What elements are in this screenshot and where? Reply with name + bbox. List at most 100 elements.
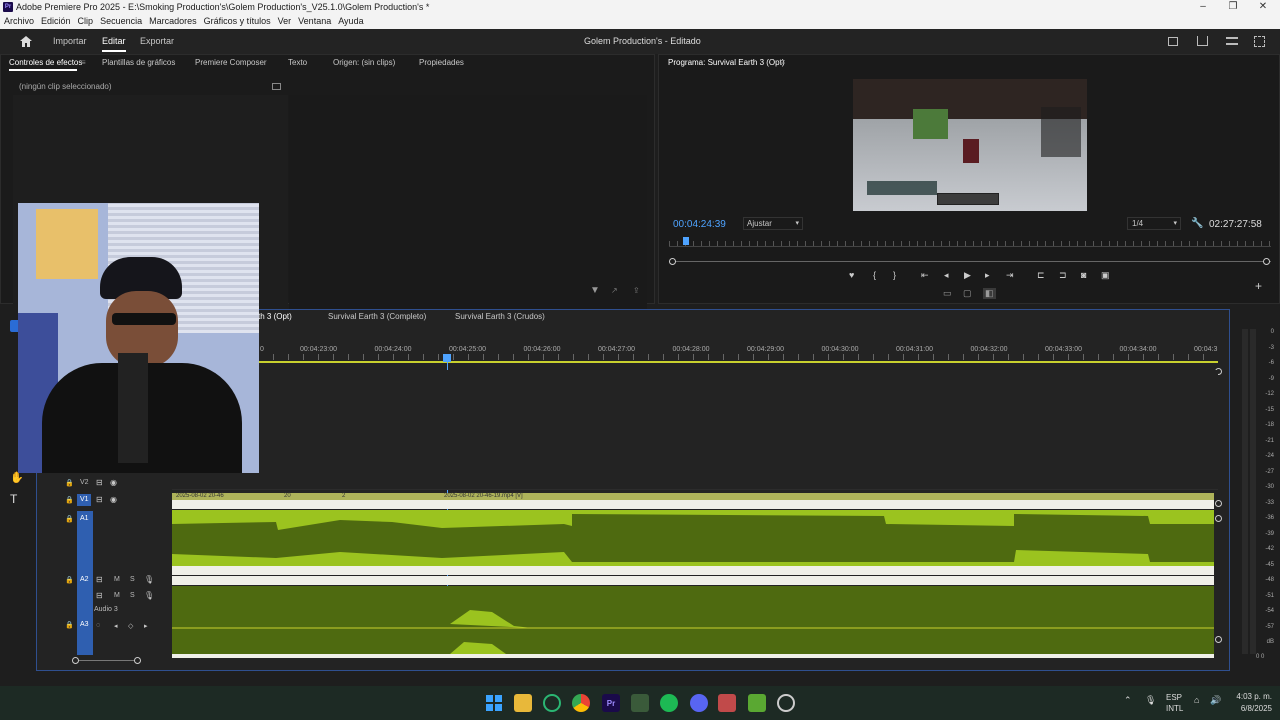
zoom-handle-right[interactable] [1263,258,1270,265]
volume-icon[interactable]: 🔊 [1210,695,1221,706]
chevron-up-icon[interactable]: ⌃ [1124,695,1132,706]
panel-menu-icon[interactable]: ≡ [81,55,86,70]
next-keyframe-icon[interactable]: ▸ [144,622,148,630]
playhead-handle[interactable] [443,354,452,362]
tab-text[interactable]: Texto [288,55,307,70]
tab-properties[interactable]: Propiedades [419,55,464,70]
add-marker-icon[interactable]: ♥ [849,270,854,280]
export-frame-icon[interactable]: ↗ [611,286,618,295]
minimize-button[interactable]: – [1188,0,1218,14]
track-scroll-handle[interactable] [1215,515,1222,522]
file-explorer-icon[interactable] [514,694,532,712]
track-scroll-handle[interactable] [1215,636,1222,643]
solo-button[interactable]: S [130,592,135,599]
track-a2-label[interactable]: A2 [80,576,89,583]
safe-margins-icon[interactable]: ▢ [963,288,972,299]
menu-item[interactable]: Edición [41,16,71,26]
track-a1-label[interactable]: A1 [80,515,89,522]
tab-survival-earth-completo[interactable]: Survival Earth 3 (Completo) [328,309,426,324]
menu-item[interactable]: Gráficos y títulos [204,16,271,26]
menu-item[interactable]: Secuencia [100,16,142,26]
go-to-in-icon[interactable]: ⇤ [921,270,929,281]
filter-icon[interactable]: ▼ [590,285,600,296]
tab-effect-controls[interactable]: Controles de efectos [9,55,82,70]
program-zoom-bar[interactable] [669,261,1271,262]
maximize-button[interactable]: ❐ [1218,0,1248,14]
resolution-dropdown[interactable]: 1/4 ▾ [1127,217,1181,230]
previous-keyframe-icon[interactable]: ◂ [114,622,118,630]
menu-item[interactable]: Marcadores [149,16,197,26]
settings-wrench-icon[interactable]: 🔧 [1191,218,1203,229]
program-menu-icon[interactable]: ≡ [780,57,785,67]
lock-icon[interactable]: 🔒 [65,515,74,523]
multi-camera-icon[interactable]: ◧ [983,288,996,299]
video-track-empty-area[interactable] [172,370,1218,490]
step-back-icon[interactable]: ◂ [944,270,949,281]
spotify-icon[interactable] [660,694,678,712]
eye-icon[interactable]: ◉ [110,495,117,504]
microphone-icon[interactable]: 🎙 [144,575,154,584]
tab-exportar[interactable]: Exportar [140,29,174,54]
share-icon[interactable] [1197,36,1208,46]
button-editor-plus-icon[interactable]: + [1255,279,1262,293]
discord-icon[interactable] [690,694,708,712]
chrome-icon[interactable] [572,694,590,712]
audio-source-patch[interactable] [77,511,93,655]
work-area-bar[interactable] [172,361,1218,363]
play-icon[interactable]: ▶ [964,270,971,281]
timeline-ruler[interactable]: 0 00:04:23:00 00:04:24:00 00:04:25:00 00:04:… [258,340,1218,362]
quick-export-icon[interactable] [1168,37,1178,46]
minecraft-launcher-icon[interactable] [748,694,766,712]
fullscreen-icon[interactable] [1254,36,1265,47]
volume-knob-icon[interactable]: ◌ [96,622,100,629]
a2-track-strip[interactable] [172,566,1214,575]
export-frame-icon[interactable]: ◙ [1081,270,1086,280]
menu-item[interactable]: Ayuda [338,16,363,26]
language-primary[interactable]: ESP [1166,693,1182,702]
track-v1-label[interactable]: V1 [80,496,89,503]
mark-out-icon[interactable]: } [893,270,896,280]
program-timecode[interactable]: 00:04:24:39 [673,219,726,230]
language-secondary[interactable]: INTL [1166,704,1183,713]
menu-item[interactable]: Clip [78,16,94,26]
step-forward-icon[interactable]: ▸ [985,270,990,281]
a3-audio-clip[interactable] [172,586,1214,654]
tab-importar[interactable]: Importar [53,29,87,54]
close-button[interactable]: ✕ [1248,0,1278,14]
a2-track-strip-lower[interactable] [172,576,1214,585]
tab-premiere-composer[interactable]: Premiere Composer [195,55,267,70]
network-icon[interactable]: ⌂ [1194,695,1199,705]
track-v2-label[interactable]: V2 [80,479,89,486]
microphone-icon[interactable]: 🎙 [144,591,154,600]
clock-date[interactable]: 6/8/2025 [1230,704,1272,713]
go-to-out-icon[interactable]: ⇥ [1006,270,1014,281]
track-a3-label[interactable]: A3 [80,621,89,628]
menu-item[interactable]: Ver [278,16,292,26]
toggle-sync-icon[interactable]: ⊟ [96,478,103,487]
toggle-sync-icon[interactable]: ⊟ [96,575,103,584]
minecraft-icon[interactable] [631,694,649,712]
mark-in-icon[interactable]: { [873,270,876,280]
menu-item[interactable]: Archivo [4,16,34,26]
workspace-menu-icon[interactable] [1226,37,1238,45]
windows-start-icon[interactable] [485,694,503,712]
lock-icon[interactable]: 🔒 [65,621,74,629]
toggle-sync-icon[interactable]: ⊟ [96,495,103,504]
extract-icon[interactable]: ⊐ [1059,270,1067,281]
fit-dropdown[interactable]: Ajustar ▾ [743,217,803,230]
add-keyframe-icon[interactable]: ◇ [128,622,133,630]
track-scroll-handle[interactable] [1215,500,1222,507]
home-icon[interactable] [20,36,32,47]
zoom-handle-left[interactable] [669,258,676,265]
h-scroll-handle-right[interactable] [134,657,141,664]
lock-icon[interactable]: 🔒 [65,496,74,504]
microphone-icon[interactable]: 🎙 [1145,695,1156,706]
timeline-h-scrollbar[interactable] [76,660,138,661]
solo-button[interactable]: S [130,576,135,583]
h-scroll-handle-left[interactable] [72,657,79,664]
v1-clip[interactable]: 2025-08-02 20-46 20 2 2025-08-02 20-46-1… [172,493,1214,509]
eye-icon[interactable]: ◉ [110,478,117,487]
toggle-sync-icon[interactable]: ⊟ [96,591,103,600]
tab-graphics-templates[interactable]: Plantillas de gráficos [102,55,175,70]
lift-icon[interactable]: ⊏ [1037,270,1045,281]
